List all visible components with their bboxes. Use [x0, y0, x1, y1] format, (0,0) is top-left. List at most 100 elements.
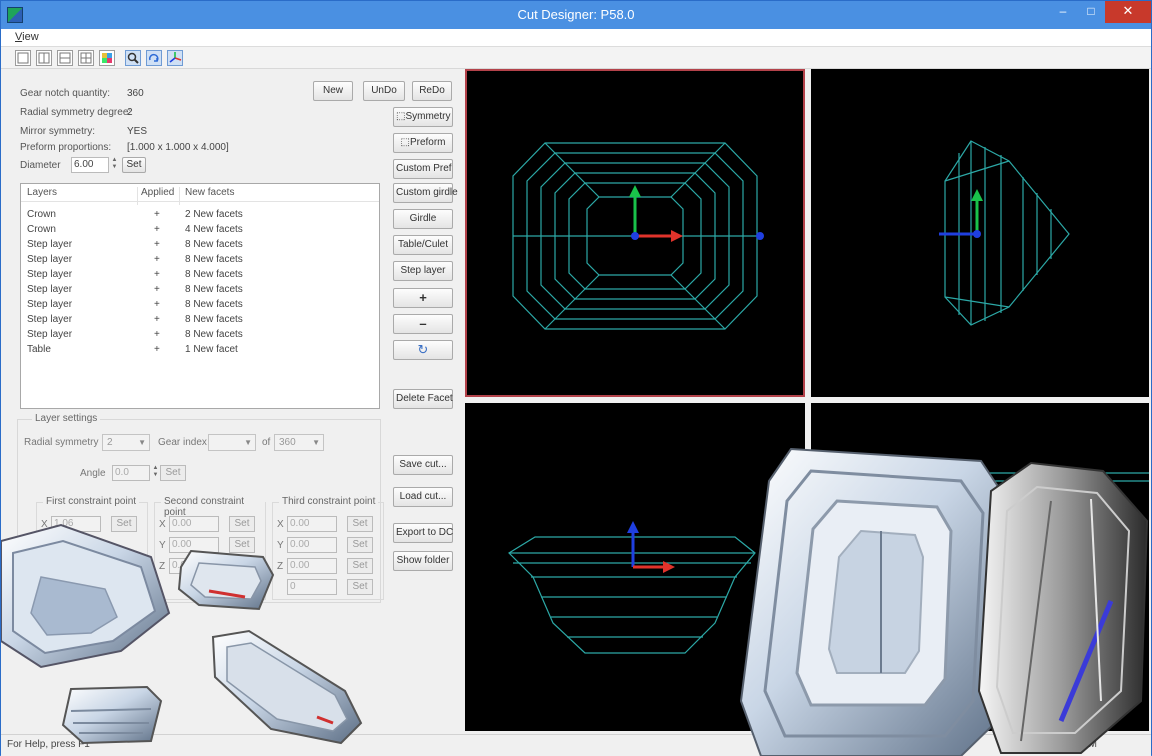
- toolbar: [1, 47, 1151, 69]
- layer-settings-title: Layer settings: [32, 413, 101, 424]
- table-row[interactable]: Step layer +8 New facets: [21, 313, 379, 328]
- third-x-set-button[interactable]: Set: [347, 516, 373, 532]
- side-view[interactable]: [811, 69, 1149, 397]
- preform-icon: ⬚: [400, 137, 410, 148]
- diameter-input[interactable]: 6.00: [71, 157, 109, 173]
- angle-spinner[interactable]: ▲ ▼: [151, 465, 160, 481]
- preform-label: Preform proportions:: [20, 142, 112, 153]
- table-row[interactable]: Step layer +8 New facets: [21, 328, 379, 343]
- zoom-icon[interactable]: [125, 50, 141, 66]
- quad-view-icon[interactable]: [78, 50, 94, 66]
- third-z-set-button[interactable]: Set: [347, 558, 373, 574]
- third-x-input[interactable]: 0.00: [287, 516, 337, 532]
- table-row[interactable]: Crown +2 New facets: [21, 208, 379, 223]
- second-y-input[interactable]: 0.00: [169, 537, 219, 553]
- first-x-input[interactable]: 1.06: [51, 516, 101, 532]
- table-row[interactable]: Step layer +8 New facets: [21, 268, 379, 283]
- menu-view[interactable]: View: [15, 31, 39, 43]
- add-layer-button[interactable]: +: [393, 288, 453, 308]
- gear-total-select[interactable]: 360 ▼: [274, 434, 324, 451]
- third-z-input[interactable]: 0.00: [287, 558, 337, 574]
- render-icon[interactable]: [99, 50, 115, 66]
- diameter-spinner[interactable]: ▲ ▼: [110, 157, 119, 173]
- symmetry-label: Symmetry: [405, 111, 451, 122]
- angle-set-button[interactable]: Set: [160, 465, 186, 481]
- second-y-set-button[interactable]: Set: [229, 537, 255, 553]
- step-layer-button[interactable]: Step layer: [393, 261, 453, 281]
- z-label: Z: [159, 561, 166, 572]
- col-applied[interactable]: Applied: [141, 187, 174, 198]
- minimize-button[interactable]: –: [1049, 1, 1077, 23]
- title-bar: Cut Designer: P58.0 – □ ✕: [1, 1, 1151, 29]
- diameter-set-button[interactable]: Set: [122, 157, 146, 173]
- first-x-set-button[interactable]: Set: [111, 516, 137, 532]
- col-new-facets[interactable]: New facets: [185, 187, 234, 198]
- top-view[interactable]: [465, 69, 805, 397]
- preform-button[interactable]: ⬚Preform: [393, 133, 453, 153]
- maximize-button[interactable]: □: [1077, 1, 1105, 23]
- custom-girdle-button[interactable]: Custom girdle: [393, 183, 458, 203]
- front-view-wireframe: [508, 521, 756, 654]
- table-row[interactable]: Step layer +8 New facets: [21, 283, 379, 298]
- gear-notch-label: Gear notch quantity:: [20, 88, 111, 99]
- menu-bar: View: [1, 29, 1151, 47]
- chevron-down-icon: ▼: [244, 438, 252, 447]
- x-label: X: [159, 519, 166, 530]
- angle-label: Angle: [80, 468, 106, 479]
- second-z-input[interactable]: 0.00: [169, 558, 219, 574]
- second-constraint-title: Second constraint point: [161, 496, 265, 518]
- girdle-button[interactable]: Girdle: [393, 209, 453, 229]
- of-label: of: [262, 437, 271, 448]
- close-button[interactable]: ✕: [1105, 1, 1151, 23]
- third-w-set-button[interactable]: Set: [347, 579, 373, 595]
- undo-button[interactable]: UnDo: [363, 81, 405, 101]
- gear-index-label: Gear index: [158, 437, 207, 448]
- third-w-input[interactable]: 0: [287, 579, 337, 595]
- col-layers[interactable]: Layers: [27, 187, 57, 198]
- single-view-icon[interactable]: [15, 50, 31, 66]
- layers-list[interactable]: Layers Applied New facets Crown +2 New fa…: [20, 183, 380, 409]
- rotate-icon[interactable]: [146, 50, 162, 66]
- angle-input[interactable]: 0.0: [112, 465, 150, 481]
- axes-icon[interactable]: [167, 50, 183, 66]
- redo-button[interactable]: ReDo: [412, 81, 452, 101]
- z-label: Z: [277, 561, 284, 572]
- new-button[interactable]: New: [313, 81, 353, 101]
- table-row[interactable]: Crown +4 New facets: [21, 223, 379, 238]
- radial-symmetry-select[interactable]: 2 ▼: [102, 434, 150, 451]
- save-cut-button[interactable]: Save cut...: [393, 455, 453, 475]
- third-constraint-title: Third constraint point: [279, 496, 379, 507]
- second-x-input[interactable]: 0.00: [169, 516, 219, 532]
- radial-symmetry-setting-label: Radial symmetry: [24, 437, 99, 448]
- app-icon: [7, 7, 23, 23]
- show-folder-button[interactable]: Show folder: [393, 551, 453, 571]
- load-cut-button[interactable]: Load cut...: [393, 487, 453, 507]
- layer-settings-group: Layer settings Radial symmetry 2 ▼ Gear i…: [17, 413, 384, 603]
- status-help-text: For Help, press F1: [7, 739, 90, 750]
- mirror-symmetry-label: Mirror symmetry:: [20, 126, 95, 137]
- split-horizontal-icon[interactable]: [57, 50, 73, 66]
- third-y-set-button[interactable]: Set: [347, 537, 373, 553]
- second-constraint-group: Second constraint point X 0.00 Set Y 0.0…: [154, 496, 266, 600]
- custom-pref-button[interactable]: Custom Pref: [393, 159, 453, 179]
- gear-notch-value: 360: [127, 88, 144, 99]
- remove-layer-button[interactable]: –: [393, 314, 453, 334]
- designer-panel: Gear notch quantity: 360 Radial symmetry…: [9, 71, 459, 731]
- delete-facet-button[interactable]: Delete Facet: [393, 389, 453, 409]
- table-culet-button[interactable]: Table/Culet: [393, 235, 453, 255]
- perspective-view[interactable]: [811, 403, 1149, 731]
- table-row[interactable]: Step layer +8 New facets: [21, 238, 379, 253]
- preform-label: Preform: [409, 137, 446, 148]
- table-row[interactable]: Step layer +8 New facets: [21, 253, 379, 268]
- second-x-set-button[interactable]: Set: [229, 516, 255, 532]
- rotate-layer-button[interactable]: ↻: [393, 340, 453, 360]
- table-row[interactable]: Step layer +8 New facets: [21, 298, 379, 313]
- front-view[interactable]: [465, 403, 805, 731]
- third-y-input[interactable]: 0.00: [287, 537, 337, 553]
- table-row[interactable]: Table +1 New facet: [21, 343, 379, 358]
- gear-index-select[interactable]: ▼: [208, 434, 256, 451]
- symmetry-button[interactable]: ⬚Symmetry: [393, 107, 453, 127]
- second-z-set-button[interactable]: Set: [229, 558, 255, 574]
- split-vertical-icon[interactable]: [36, 50, 52, 66]
- export-dc-button[interactable]: Export to DC: [393, 523, 453, 543]
